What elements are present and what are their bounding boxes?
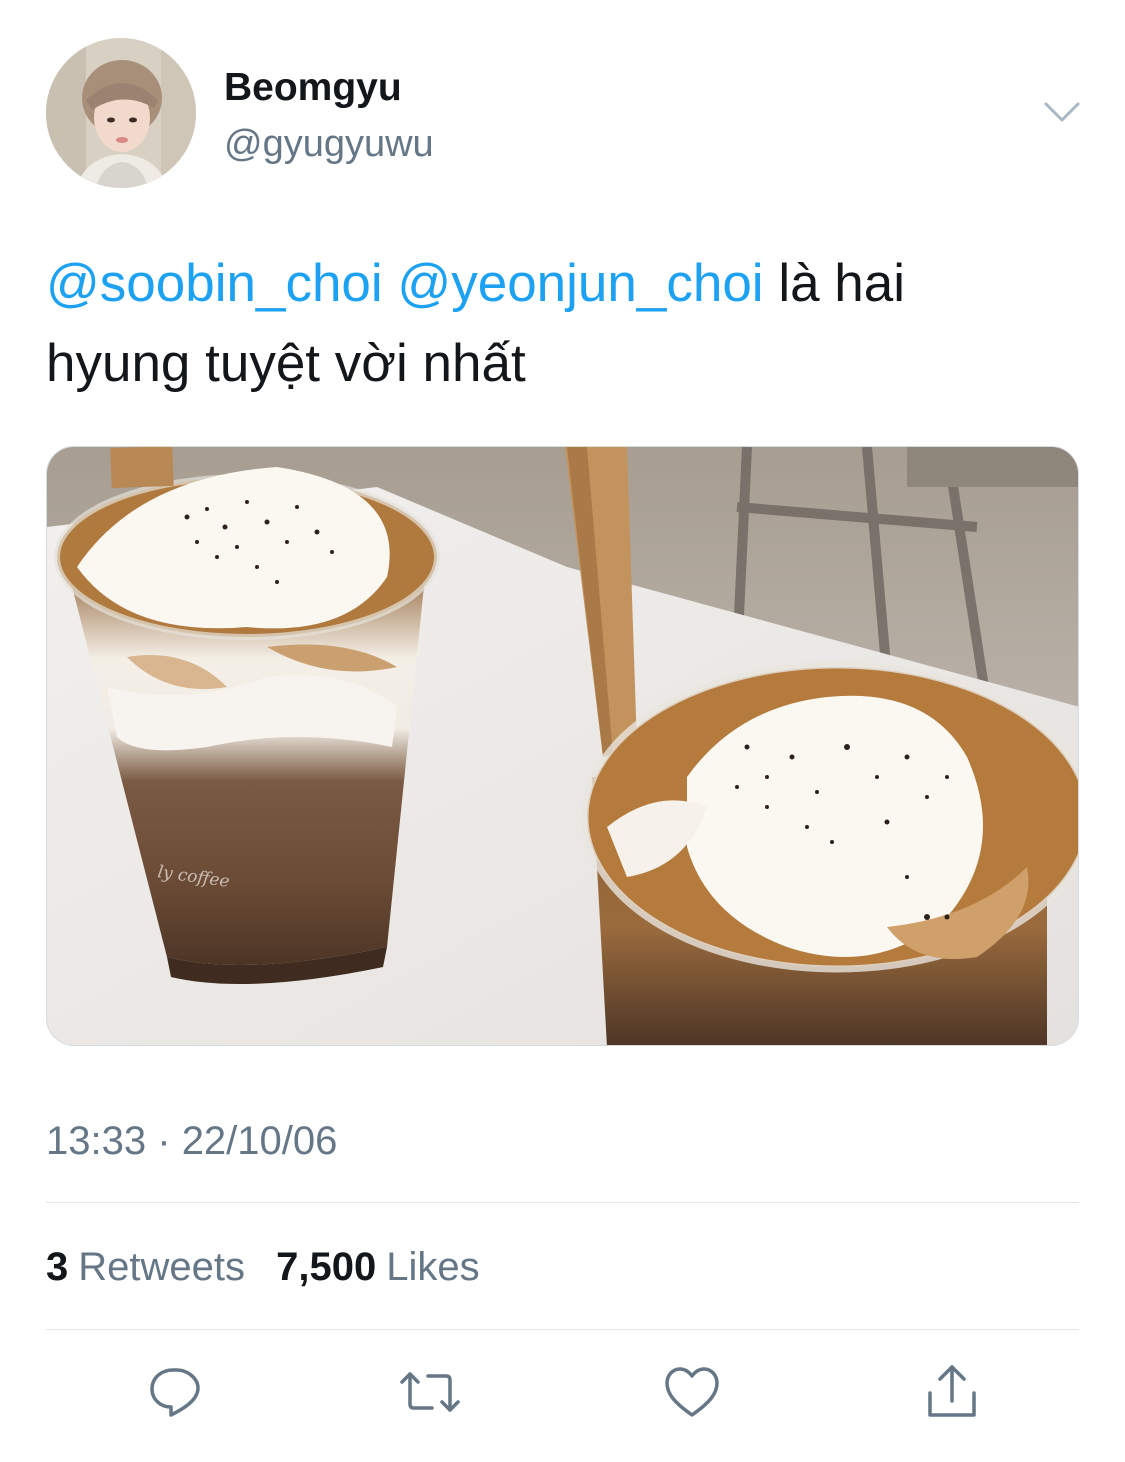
likes-label: Likes — [386, 1245, 480, 1289]
avatar[interactable] — [46, 38, 196, 188]
tweet-photo[interactable]: ly coffee — [46, 446, 1079, 1046]
tweet-text-segment: hyung tuyệt vời nhất — [46, 334, 526, 393]
like-icon[interactable] — [660, 1360, 724, 1424]
tweet-timestamp[interactable]: 13:33 · 22/10/06 — [46, 1118, 337, 1164]
tweet-date: 22/10/06 — [181, 1119, 338, 1163]
author-handle[interactable]: @gyugyuwu — [224, 122, 434, 166]
likes-stat[interactable]: 7,500 Likes — [276, 1243, 480, 1291]
tweet-text-segment: là hai — [778, 254, 906, 313]
retweets-count: 3 — [46, 1245, 69, 1289]
chevron-down-icon[interactable] — [1040, 92, 1084, 132]
coffee-photo: ly coffee — [47, 447, 1078, 1045]
retweet-icon[interactable] — [398, 1360, 462, 1424]
likes-count: 7,500 — [276, 1245, 377, 1289]
author-display-name[interactable]: Beomgyu — [224, 66, 402, 110]
retweets-label: Retweets — [78, 1245, 245, 1289]
engagement-stats: 3 Retweets 7,500 Likes — [46, 1243, 500, 1291]
reply-icon[interactable] — [143, 1360, 207, 1424]
divider — [46, 1329, 1079, 1330]
share-icon[interactable] — [920, 1360, 984, 1424]
tweet-time: 13:33 — [46, 1119, 147, 1163]
retweets-stat[interactable]: 3 Retweets — [46, 1243, 245, 1291]
tweet-detail: Beomgyu @gyugyuwu @soobin_choi @yeonjun_… — [0, 0, 1125, 1462]
divider — [46, 1202, 1079, 1203]
mention-link[interactable]: @soobin_choi — [46, 254, 383, 313]
tweet-text: @soobin_choi @yeonjun_choi là hai hyung … — [46, 244, 1076, 404]
avatar-photo — [46, 38, 196, 188]
timestamp-separator: · — [157, 1119, 171, 1163]
mention-link[interactable]: @yeonjun_choi — [397, 254, 763, 313]
